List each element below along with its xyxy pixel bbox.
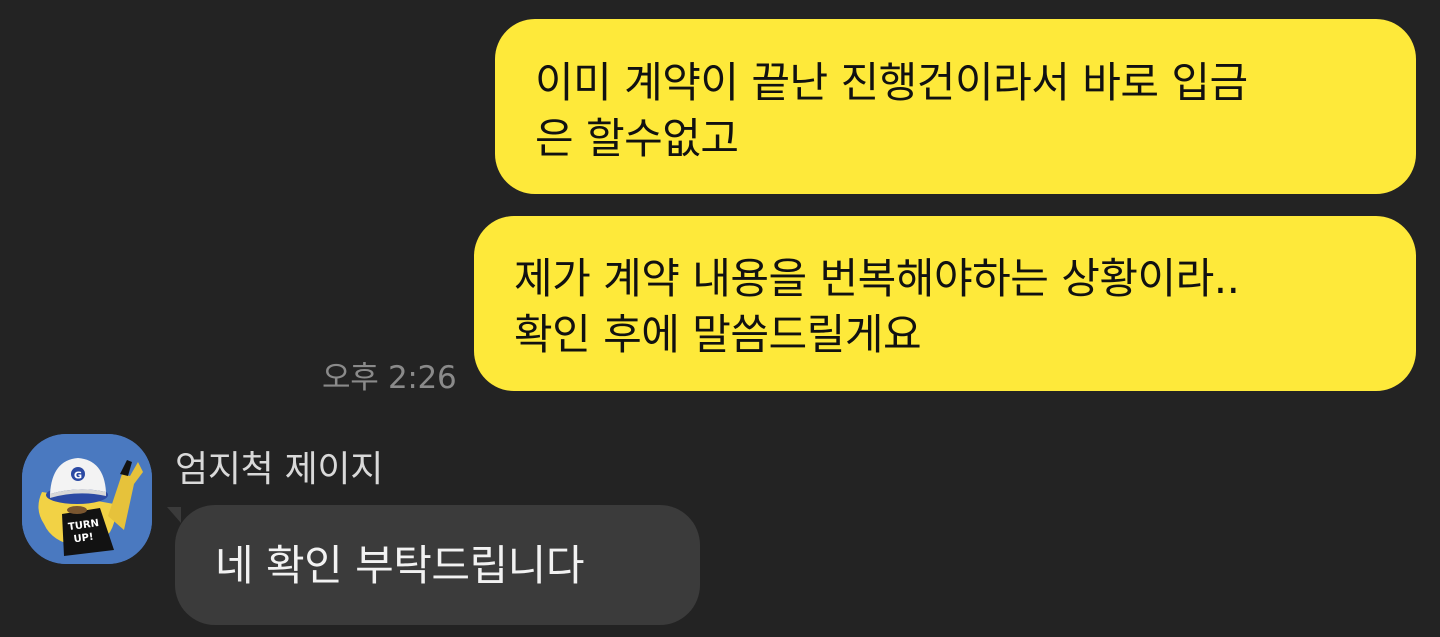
svg-text:G: G	[74, 471, 82, 482]
chat-room: 이미 계약이 끝난 진행건이라서 바로 입금 은 할수없고 제가 계약 내용을 …	[0, 0, 1440, 637]
sender-avatar[interactable]: G TURN UP!	[22, 434, 152, 564]
profile-character-icon: G TURN UP!	[22, 434, 152, 564]
incoming-bubble-tail	[167, 507, 181, 523]
message-timestamp: 오후 2:26	[322, 360, 457, 396]
sender-name: 엄지척 제이지	[175, 449, 384, 490]
incoming-message-bubble[interactable]: 네 확인 부탁드립니다	[175, 505, 700, 625]
outgoing-message-bubble[interactable]: 제가 계약 내용을 번복해야하는 상황이라.. 확인 후에 말씀드릴게요	[474, 216, 1416, 391]
outgoing-message-bubble[interactable]: 이미 계약이 끝난 진행건이라서 바로 입금 은 할수없고	[495, 19, 1416, 194]
